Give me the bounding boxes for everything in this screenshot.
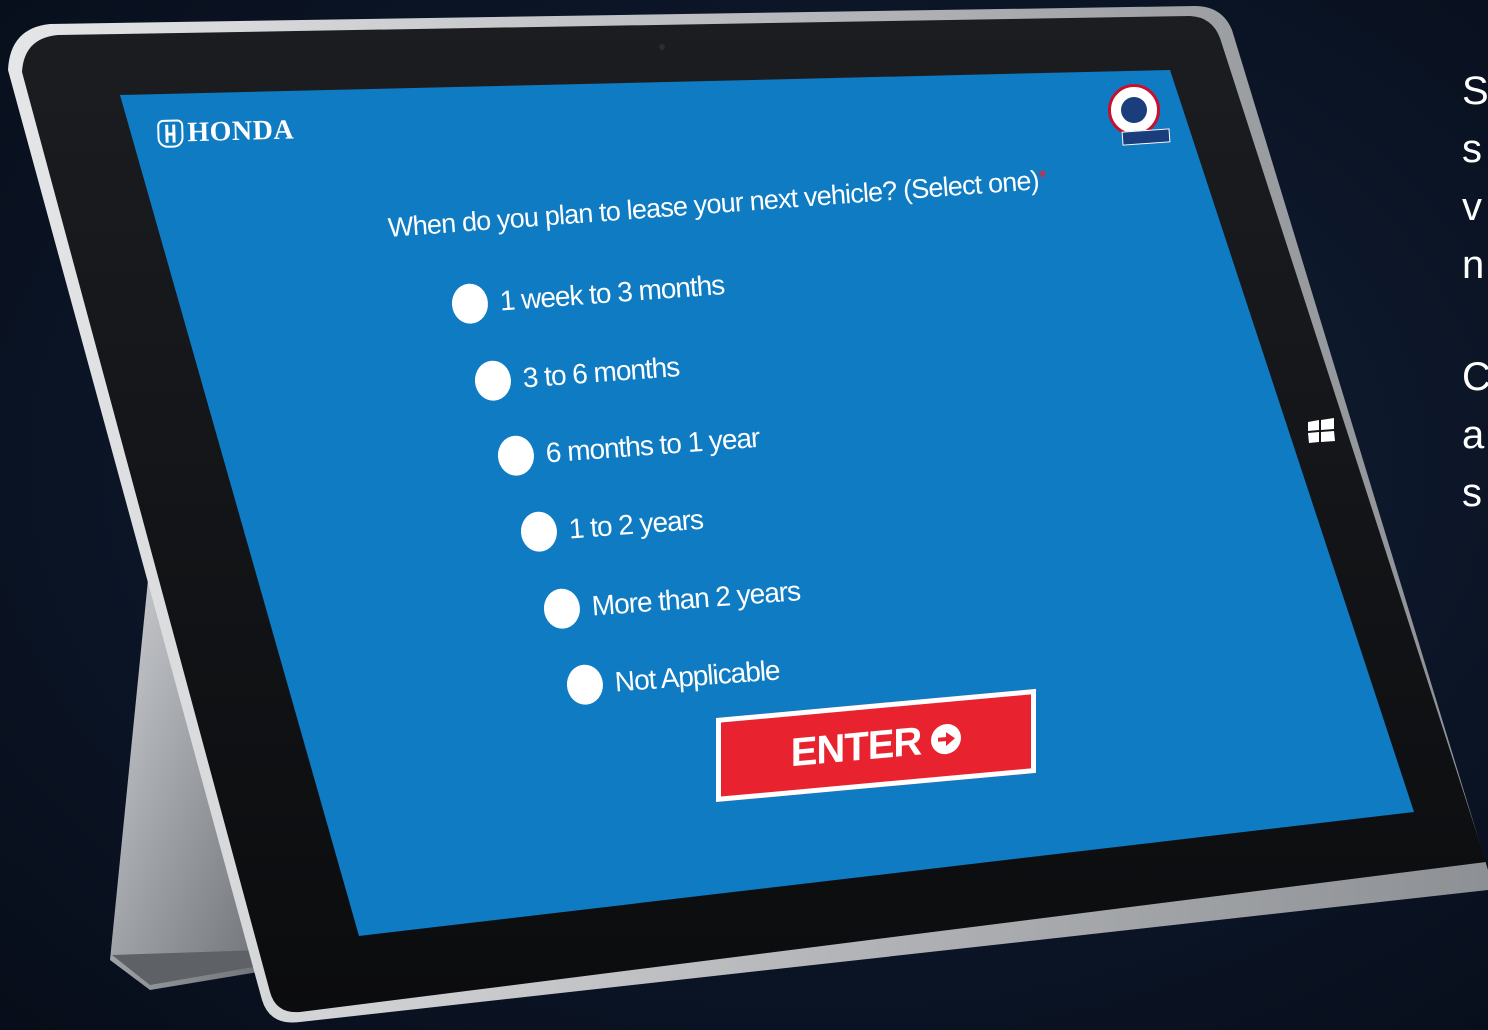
arrow-circle-right-icon (931, 722, 962, 756)
side-caption-line: a (1462, 413, 1485, 457)
radio-button[interactable] (496, 434, 536, 477)
side-caption-line: s (1462, 127, 1482, 171)
side-caption-line: n (1462, 243, 1485, 287)
radio-button[interactable] (542, 587, 582, 630)
option-label: 1 to 2 years (567, 503, 704, 545)
tablet-device (8, 6, 1488, 1023)
radio-button[interactable] (473, 359, 513, 402)
side-caption-line: v (1462, 185, 1482, 229)
radio-button[interactable] (450, 282, 490, 325)
side-caption-line: S (1462, 69, 1488, 113)
radio-button[interactable] (519, 510, 559, 553)
side-caption-line: s (1462, 471, 1482, 515)
option-label: 3 to 6 months (521, 351, 681, 394)
enter-button-label: ENTER (790, 718, 922, 775)
option-label: Not Applicable (613, 654, 781, 698)
radio-button[interactable] (565, 663, 605, 706)
side-caption-line: C (1462, 355, 1488, 399)
